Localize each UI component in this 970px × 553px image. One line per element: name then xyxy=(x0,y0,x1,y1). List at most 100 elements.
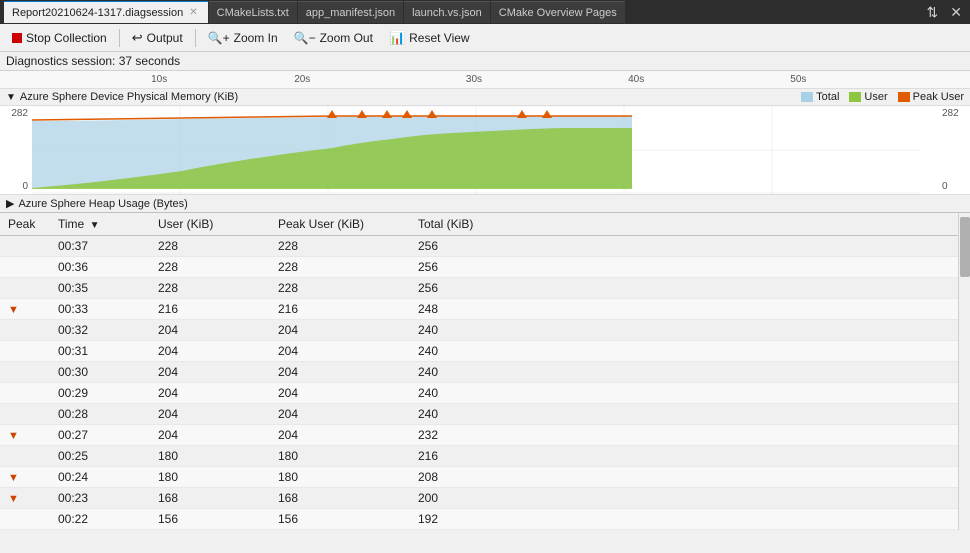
cell-user: 204 xyxy=(150,383,270,404)
cell-peak-user: 228 xyxy=(270,257,410,278)
cell-user: 228 xyxy=(150,257,270,278)
cell-extra xyxy=(530,383,958,404)
cell-peak xyxy=(0,257,50,278)
peak-marker-icon: ▼ xyxy=(8,472,19,484)
tab-actions: ⇅ ✕ xyxy=(923,4,966,21)
tab-manifest-label: app_manifest.json xyxy=(306,7,395,19)
cell-time: 00:33 xyxy=(50,299,150,320)
cell-peak: ▼ xyxy=(0,425,50,446)
legend-peak-color xyxy=(898,92,910,102)
table-body: 00:3722822825600:3622822825600:352282282… xyxy=(0,236,958,530)
heap-section[interactable]: ▶ Azure Sphere Heap Usage (Bytes) xyxy=(0,194,970,212)
cell-extra xyxy=(530,320,958,341)
cell-user: 180 xyxy=(150,446,270,467)
cell-peak-user: 204 xyxy=(270,341,410,362)
tab-overview[interactable]: CMake Overview Pages xyxy=(491,1,625,23)
tab-overflow-icon[interactable]: ⇅ xyxy=(923,4,943,21)
col-user-label: User (KiB) xyxy=(158,217,213,231)
peak-marker-6 xyxy=(517,110,527,118)
col-total[interactable]: Total (KiB) xyxy=(410,213,530,236)
stop-collection-label: Stop Collection xyxy=(26,31,107,45)
cell-total: 192 xyxy=(410,509,530,530)
col-time[interactable]: Time ▼ xyxy=(50,213,150,236)
scrollbar-thumb[interactable] xyxy=(960,217,970,277)
peak-marker-3 xyxy=(382,110,392,118)
peak-marker-1 xyxy=(327,110,337,118)
table-row: ▼00:27204204232 xyxy=(0,425,958,446)
cell-time: 00:24 xyxy=(50,467,150,488)
physical-memory-header[interactable]: ▼ Azure Sphere Device Physical Memory (K… xyxy=(0,89,970,106)
scrollbar[interactable] xyxy=(958,213,970,530)
cell-peak-user: 180 xyxy=(270,446,410,467)
toolbar: Stop Collection ↩ Output 🔍+ Zoom In 🔍− Z… xyxy=(0,24,970,52)
tab-diag[interactable]: Report20210624-1317.diagsession ✕ xyxy=(4,1,208,23)
cell-total: 248 xyxy=(410,299,530,320)
tab-diag-label: Report20210624-1317.diagsession xyxy=(12,7,183,19)
tab-launch-label: launch.vs.json xyxy=(412,7,482,19)
peak-marker-7 xyxy=(542,110,552,118)
table-row: ▼00:24180180208 xyxy=(0,467,958,488)
cell-total: 216 xyxy=(410,446,530,467)
legend-user: User xyxy=(849,91,887,103)
cell-extra xyxy=(530,425,958,446)
col-user[interactable]: User (KiB) xyxy=(150,213,270,236)
toolbar-separator-1 xyxy=(119,29,120,47)
cell-extra xyxy=(530,509,958,530)
chart-svg xyxy=(32,106,938,194)
ruler-10s: 10s xyxy=(151,74,167,85)
zoom-in-label: Zoom In xyxy=(234,31,278,45)
cell-peak xyxy=(0,278,50,299)
tab-close-all-icon[interactable]: ✕ xyxy=(946,4,966,21)
cell-user: 168 xyxy=(150,488,270,509)
zoom-in-button[interactable]: 🔍+ Zoom In xyxy=(202,29,284,47)
cell-total: 240 xyxy=(410,341,530,362)
chart-svg-container: 282 0 xyxy=(0,106,970,194)
tab-launch[interactable]: launch.vs.json xyxy=(404,1,490,23)
cell-peak xyxy=(0,341,50,362)
col-peak[interactable]: Peak xyxy=(0,213,50,236)
cell-time: 00:27 xyxy=(50,425,150,446)
table-row: 00:28204204240 xyxy=(0,404,958,425)
physical-memory-section: ▼ Azure Sphere Device Physical Memory (K… xyxy=(0,89,970,194)
cell-extra xyxy=(530,299,958,320)
cell-peak xyxy=(0,404,50,425)
col-peak-user-label: Peak User (KiB) xyxy=(278,217,364,231)
zoom-out-button[interactable]: 🔍− Zoom Out xyxy=(288,29,379,47)
cell-extra xyxy=(530,488,958,509)
ruler-20s: 20s xyxy=(294,74,310,85)
peak-marker-icon: ▼ xyxy=(8,304,19,316)
cell-user: 204 xyxy=(150,425,270,446)
timeline-ruler: 10s 20s 30s 40s 50s xyxy=(0,71,970,89)
col-peak-label: Peak xyxy=(8,217,35,231)
data-table-wrapper[interactable]: Peak Time ▼ User (KiB) Peak User (KiB) T… xyxy=(0,213,958,530)
cell-extra xyxy=(530,341,958,362)
output-button[interactable]: ↩ Output xyxy=(126,28,189,48)
physical-memory-title: Azure Sphere Device Physical Memory (KiB… xyxy=(20,91,238,103)
y-max-label: 282 xyxy=(11,108,28,119)
zoom-in-icon: 🔍+ xyxy=(208,31,230,45)
bar-chart-icon: 📊 xyxy=(389,30,405,46)
cell-peak xyxy=(0,446,50,467)
stop-collection-button[interactable]: Stop Collection xyxy=(6,29,113,47)
tab-diag-close[interactable]: ✕ xyxy=(187,7,199,18)
chart-legend: Total User Peak User xyxy=(801,91,964,103)
col-time-label: Time xyxy=(58,217,84,231)
cell-peak-user: 228 xyxy=(270,236,410,257)
cell-peak-user: 216 xyxy=(270,299,410,320)
cell-extra xyxy=(530,362,958,383)
reset-view-button[interactable]: 📊 Reset View xyxy=(383,28,476,48)
tab-manifest[interactable]: app_manifest.json xyxy=(298,1,403,23)
output-label: Output xyxy=(147,31,183,45)
zoom-out-label: Zoom Out xyxy=(320,31,373,45)
tab-cmake[interactable]: CMakeLists.txt xyxy=(209,1,297,23)
cell-time: 00:22 xyxy=(50,509,150,530)
col-peak-user[interactable]: Peak User (KiB) xyxy=(270,213,410,236)
cell-user: 204 xyxy=(150,362,270,383)
table-row: ▼00:33216216248 xyxy=(0,299,958,320)
cell-total: 240 xyxy=(410,383,530,404)
cell-extra xyxy=(530,467,958,488)
cell-total: 232 xyxy=(410,425,530,446)
col-total-label: Total (KiB) xyxy=(418,217,473,231)
data-table-container: Peak Time ▼ User (KiB) Peak User (KiB) T… xyxy=(0,213,970,530)
table-header: Peak Time ▼ User (KiB) Peak User (KiB) T… xyxy=(0,213,958,236)
